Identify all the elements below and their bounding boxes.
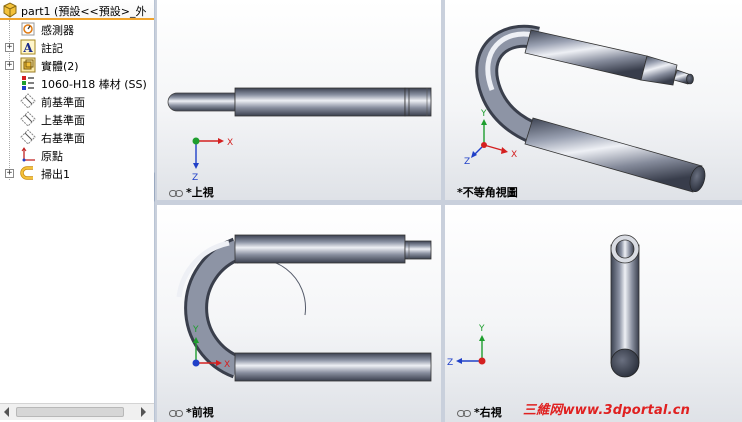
link-views-icon bbox=[169, 189, 183, 197]
solid-bodies-icon bbox=[20, 57, 36, 73]
plane-icon bbox=[20, 111, 36, 127]
tree-item-label: 實體(2) bbox=[41, 60, 79, 73]
link-views-icon bbox=[169, 409, 183, 417]
tree-item-label: 掃出1 bbox=[41, 168, 70, 181]
svg-text:X: X bbox=[224, 360, 230, 370]
svg-text:Z: Z bbox=[447, 358, 453, 368]
model-top-view: X Z bbox=[167, 87, 432, 183]
plane-icon bbox=[20, 93, 36, 109]
tree-item-label: 前基準面 bbox=[41, 96, 85, 109]
viewport-isometric[interactable]: Y X Z *不等角視圖 bbox=[445, 0, 742, 200]
feature-manager-tree: part1 (預設<<預設>_外 感測器 + A 註記 + 實體(2) 1060… bbox=[0, 0, 155, 422]
origin-icon bbox=[21, 147, 35, 162]
svg-text:Y: Y bbox=[478, 324, 485, 334]
svg-text:X: X bbox=[511, 150, 517, 160]
svg-text:Z: Z bbox=[192, 173, 198, 183]
expand-toggle[interactable]: + bbox=[5, 43, 14, 52]
view-label-isometric: *不等角視圖 bbox=[457, 186, 518, 199]
tree-item-sensors[interactable]: 感測器 bbox=[0, 20, 154, 38]
graphics-area: X Z *上視 Y X Z *不等角視圖 Y X *前視 Y Z *右視 bbox=[155, 0, 742, 422]
link-views-icon bbox=[457, 409, 471, 417]
svg-text:Y: Y bbox=[480, 109, 487, 119]
scroll-thumb[interactable] bbox=[16, 407, 124, 417]
tree-item-right-plane[interactable]: 右基準面 bbox=[0, 128, 154, 146]
tree-item-label: 感測器 bbox=[41, 24, 74, 37]
viewport-right[interactable]: Y Z *右視 bbox=[445, 205, 742, 422]
svg-text:A: A bbox=[22, 41, 33, 55]
svg-text:Z: Z bbox=[464, 157, 470, 167]
tree-item-label: 右基準面 bbox=[41, 132, 85, 145]
tree-item-label: 註記 bbox=[41, 42, 63, 55]
triad-icon: Y Z bbox=[447, 324, 486, 368]
triad-icon: X Z bbox=[192, 137, 233, 183]
svg-text:X: X bbox=[227, 138, 233, 148]
material-icon bbox=[22, 76, 34, 90]
viewport-front[interactable]: Y X *前視 bbox=[157, 205, 441, 422]
tree-item-solid-bodies[interactable]: + 實體(2) bbox=[0, 56, 154, 74]
sweep-icon bbox=[20, 166, 33, 180]
view-label-right: *右視 bbox=[457, 404, 502, 420]
tree-item-front-plane[interactable]: 前基準面 bbox=[0, 92, 154, 110]
scroll-right-arrow-icon[interactable] bbox=[141, 407, 146, 417]
plane-icon bbox=[20, 129, 36, 145]
view-label-front: *前視 bbox=[169, 404, 214, 420]
part-title: part1 (預設<<預設>_外 bbox=[21, 5, 147, 18]
svg-text:Y: Y bbox=[192, 325, 199, 335]
expand-toggle[interactable]: + bbox=[5, 169, 14, 178]
model-front-view: Y X bbox=[176, 234, 432, 382]
part-header[interactable]: part1 (預設<<預設>_外 bbox=[0, 0, 154, 20]
viewport-top[interactable]: X Z *上視 bbox=[157, 0, 441, 200]
tree-item-material[interactable]: 1060-H18 棒材 (SS) bbox=[0, 74, 154, 92]
sensor-icon bbox=[21, 22, 35, 36]
tree-item-label: 上基準面 bbox=[41, 114, 85, 127]
model-isometric-view: Y X Z bbox=[464, 24, 706, 193]
tree-item-top-plane[interactable]: 上基準面 bbox=[0, 110, 154, 128]
tree-item-label: 1060-H18 棒材 (SS) bbox=[41, 78, 147, 91]
scroll-left-arrow-icon[interactable] bbox=[4, 407, 9, 417]
expand-toggle[interactable]: + bbox=[5, 61, 14, 70]
watermark: 三維网www.3dportal.cn bbox=[523, 403, 691, 418]
model-right-view: Y Z bbox=[447, 234, 640, 378]
tree-item-label: 原點 bbox=[41, 150, 63, 163]
view-label-top: *上視 bbox=[169, 184, 214, 200]
annotation-icon: A bbox=[20, 39, 36, 55]
tree-item-origin[interactable]: 原點 bbox=[0, 146, 154, 164]
tree-item-annotations[interactable]: + A 註記 bbox=[0, 38, 154, 56]
part-icon bbox=[3, 2, 17, 18]
tree-item-sweep[interactable]: + 掃出1 bbox=[0, 164, 154, 182]
tree-horizontal-scrollbar[interactable] bbox=[0, 403, 154, 420]
